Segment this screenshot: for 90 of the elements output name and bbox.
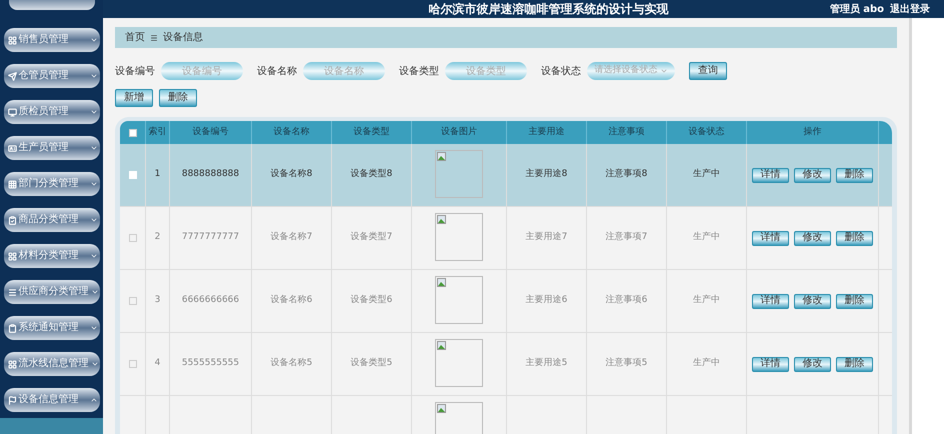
edit-button[interactable]: 修改 xyxy=(794,356,831,372)
detail-button[interactable]: 详情 xyxy=(752,168,789,182)
table-cell-text: 7777777777 xyxy=(182,231,240,244)
table-cell-text: 主要用途6 xyxy=(526,294,568,308)
sidebar-item[interactable]: 设备信息管理 xyxy=(4,388,100,412)
broken-image-icon xyxy=(435,339,483,387)
detail-button[interactable]: 详情 xyxy=(752,356,789,372)
grid-icon xyxy=(8,252,16,260)
header-checkbox[interactable] xyxy=(128,128,136,136)
sidebar-item[interactable]: 商品分类管理 xyxy=(4,208,100,232)
detail-button[interactable]: 详情 xyxy=(752,294,789,308)
search-field[interactable]: 设备类型 xyxy=(445,62,527,80)
flag-icon xyxy=(8,396,16,404)
paper-plane-icon xyxy=(8,72,16,80)
sidebar-item[interactable]: 质检员管理 xyxy=(4,100,100,124)
delete-button[interactable]: 删除 xyxy=(836,168,873,182)
chevron-down-icon xyxy=(660,67,668,75)
sidebar-item[interactable]: 部门分类管理 xyxy=(4,172,100,196)
field-label: 设备类型 xyxy=(399,64,439,78)
table-row[interactable]: 3 6666666666 设备名称6 设备类型6 主要用途6 注意事项6 生产中 详情 修改 删除 xyxy=(120,270,892,333)
table-cell-text: 生产中 xyxy=(693,294,720,308)
table-cell-text: 注意事项5 xyxy=(606,357,648,370)
grid-icon xyxy=(8,360,16,368)
table-cell-text: 2 xyxy=(154,231,160,244)
table-cell-text: 主要用途7 xyxy=(526,231,568,244)
table-cell-text: 设备名称6 xyxy=(270,294,312,308)
broken-image-icon xyxy=(435,150,483,198)
sidebar-item[interactable]: 系统通知管理 xyxy=(4,316,100,340)
table-cell-text: 设备类型6 xyxy=(350,294,392,308)
table-cell-text: 生产中 xyxy=(693,357,720,370)
menu-icon xyxy=(8,288,16,296)
broken-image-icon xyxy=(435,213,483,261)
search-button[interactable]: 查询 xyxy=(689,62,727,80)
sidebar-item[interactable]: 销售员管理 xyxy=(4,28,100,52)
row-checkbox[interactable] xyxy=(128,234,136,242)
sidebar-item[interactable]: 材料分类管理 xyxy=(4,244,100,268)
separator-icon xyxy=(150,34,158,42)
add-button[interactable]: 新增 xyxy=(115,89,153,107)
field-label: 设备名称 xyxy=(257,64,297,78)
table-cell-text: 8888888888 xyxy=(182,168,240,182)
table-cell-text: 6666666666 xyxy=(182,294,240,308)
table-row[interactable]: 1 8888888888 设备名称8 设备类型8 主要用途8 注意事项8 生产中 详情 修改 删除 xyxy=(120,144,892,207)
user-label: 管理员 abo xyxy=(830,2,884,16)
search-field[interactable]: 设备编号 xyxy=(161,62,243,80)
table-cell-text: 注意事项7 xyxy=(606,231,648,244)
sidebar-item[interactable]: 流水线信息管理 xyxy=(4,352,100,376)
clipboard-check-icon xyxy=(8,216,16,224)
sidebar-item[interactable]: 供应商分类管理 xyxy=(4,280,100,304)
table-cell-text: 设备类型8 xyxy=(350,168,392,182)
breadcrumb-link[interactable]: 首页 xyxy=(125,30,145,45)
row-checkbox[interactable] xyxy=(128,360,136,368)
table-cell-text: 设备名称7 xyxy=(270,231,312,244)
grid-icon xyxy=(8,180,16,188)
detail-button[interactable]: 详情 xyxy=(752,230,789,246)
edit-button[interactable]: 修改 xyxy=(794,230,831,246)
broken-image-icon xyxy=(435,276,483,324)
table-cell-text: 生产中 xyxy=(693,231,720,244)
table-cell-text: 主要用途8 xyxy=(526,168,568,182)
table-row[interactable]: 4 5555555555 设备名称5 设备类型5 主要用途5 注意事项5 生产中 详情 修改 删除 xyxy=(120,333,892,396)
delete-button[interactable]: 删除 xyxy=(159,89,197,107)
table-cell-text: 4 xyxy=(154,357,160,370)
row-checkbox[interactable] xyxy=(128,297,136,305)
grid-icon xyxy=(8,36,16,44)
table-cell-text: 3 xyxy=(154,294,160,308)
table-cell-text: 设备类型7 xyxy=(350,231,392,244)
breadcrumb-current: 设备信息 xyxy=(163,30,203,45)
table-cell-text: 生产中 xyxy=(693,168,720,182)
table-cell-text: 5555555555 xyxy=(182,357,240,370)
table-cell-text: 设备名称8 xyxy=(270,168,312,182)
table-cell-text: 设备名称5 xyxy=(270,357,312,370)
logout-link[interactable]: 退出登录 xyxy=(890,2,930,16)
field-label: 设备状态 xyxy=(541,64,581,78)
delete-button[interactable]: 删除 xyxy=(836,294,873,308)
select-placeholder: 请选择设备状态 xyxy=(594,64,658,78)
table-cell-text: 主要用途5 xyxy=(526,357,568,370)
id-card-icon xyxy=(8,144,16,152)
clipboard-icon xyxy=(8,324,16,332)
delete-button[interactable]: 删除 xyxy=(836,230,873,246)
delete-button[interactable]: 删除 xyxy=(836,356,873,372)
table-row[interactable]: 2 7777777777 设备名称7 设备类型7 主要用途7 注意事项7 生产中 详情 修改 删除 xyxy=(120,207,892,270)
search-field[interactable]: 设备名称 xyxy=(303,62,385,80)
window-title: 哈尔滨市彼岸速溶咖啡管理系统的设计与实现 xyxy=(428,1,668,18)
table-cell-text: 注意事项6 xyxy=(606,294,648,308)
field-label: 设备编号 xyxy=(115,64,155,78)
edit-button[interactable]: 修改 xyxy=(794,294,831,308)
table-cell-text: 设备类型5 xyxy=(350,357,392,370)
table-cell-text: 注意事项8 xyxy=(606,168,648,182)
table-cell-text: 1 xyxy=(154,168,160,182)
monitor-icon xyxy=(8,108,16,116)
edit-button[interactable]: 修改 xyxy=(794,168,831,182)
